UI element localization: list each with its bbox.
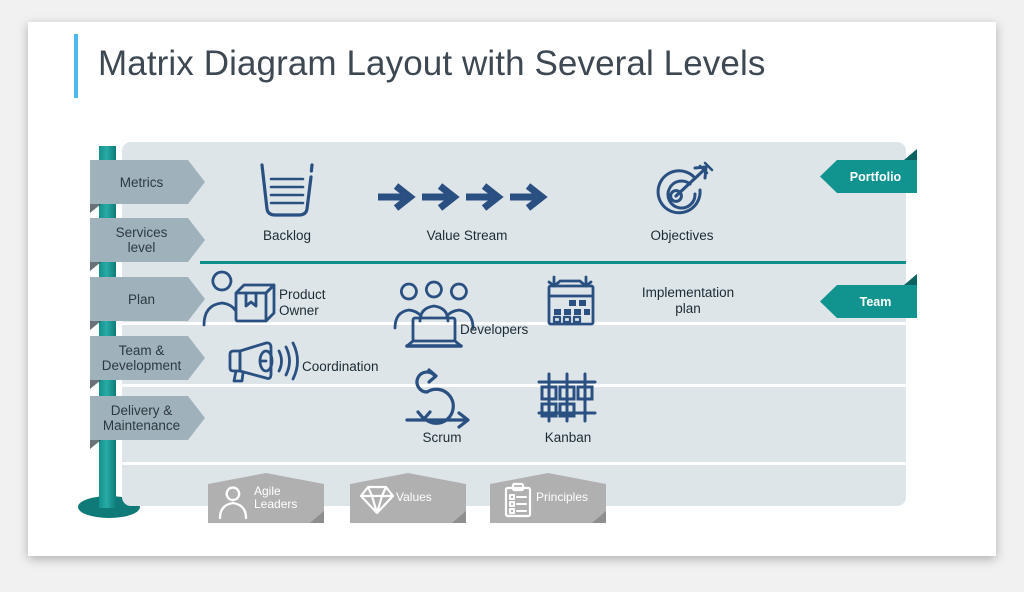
page-title: Matrix Diagram Layout with Several Level…	[98, 44, 766, 83]
sidebar-item-plan[interactable]: Plan	[90, 277, 205, 321]
backlog-basket-icon	[256, 163, 318, 219]
node-label-backlog: Backlog	[262, 228, 312, 243]
title-accent-bar	[74, 34, 78, 98]
person-box-icon	[200, 270, 278, 329]
diamond-icon	[359, 485, 395, 515]
tag-label: Agile Leaders	[254, 483, 298, 511]
divider-portfolio-team	[200, 261, 906, 264]
node-label-kanban: Kanban	[544, 430, 592, 445]
badge-team[interactable]: Team	[820, 285, 917, 318]
sidebar-item-label: Plan	[127, 291, 156, 307]
sidebar-item-label: Team & Development	[101, 343, 182, 373]
sprint-loop-icon	[405, 368, 477, 430]
sidebar-item-label: Metrics	[119, 174, 164, 190]
node-label-objectives: Objectives	[650, 228, 714, 243]
node-label-product-owner: Product Owner	[279, 287, 326, 318]
divider-row-3	[122, 462, 906, 465]
clipboard-icon	[504, 482, 532, 518]
person-icon	[218, 486, 248, 520]
kanban-board-icon	[537, 372, 597, 427]
sidebar-item-label: Delivery & Maintenance	[102, 403, 181, 433]
calendar-icon	[546, 274, 602, 328]
team-laptop-icon	[393, 280, 475, 350]
sidebar-item-metrics[interactable]: Metrics	[90, 160, 205, 204]
tag-label: Principles	[536, 490, 589, 505]
badge-label: Team	[859, 294, 892, 309]
tag-label: Values	[396, 490, 432, 505]
node-label-scrum: Scrum	[422, 430, 462, 445]
node-label-implementation-plan: Implementation plan	[641, 285, 735, 316]
badge-portfolio[interactable]: Portfolio	[820, 160, 917, 193]
four-arrows-icon	[376, 180, 558, 214]
divider-row-2	[122, 384, 906, 387]
target-arrow-icon	[650, 161, 716, 221]
node-label-coordination: Coordination	[302, 359, 379, 374]
node-label-value-stream: Value Stream	[426, 228, 508, 243]
sidebar-item-delivery-maintenance[interactable]: Delivery & Maintenance	[90, 396, 205, 440]
megaphone-icon	[226, 340, 302, 384]
slide-stage: Matrix Diagram Layout with Several Level…	[0, 0, 1024, 592]
sidebar-item-label: Services level	[115, 225, 168, 255]
badge-label: Portfolio	[849, 169, 902, 184]
sidebar-item-team-development[interactable]: Team & Development	[90, 336, 205, 380]
sidebar-item-services-level[interactable]: Services level	[90, 218, 205, 262]
